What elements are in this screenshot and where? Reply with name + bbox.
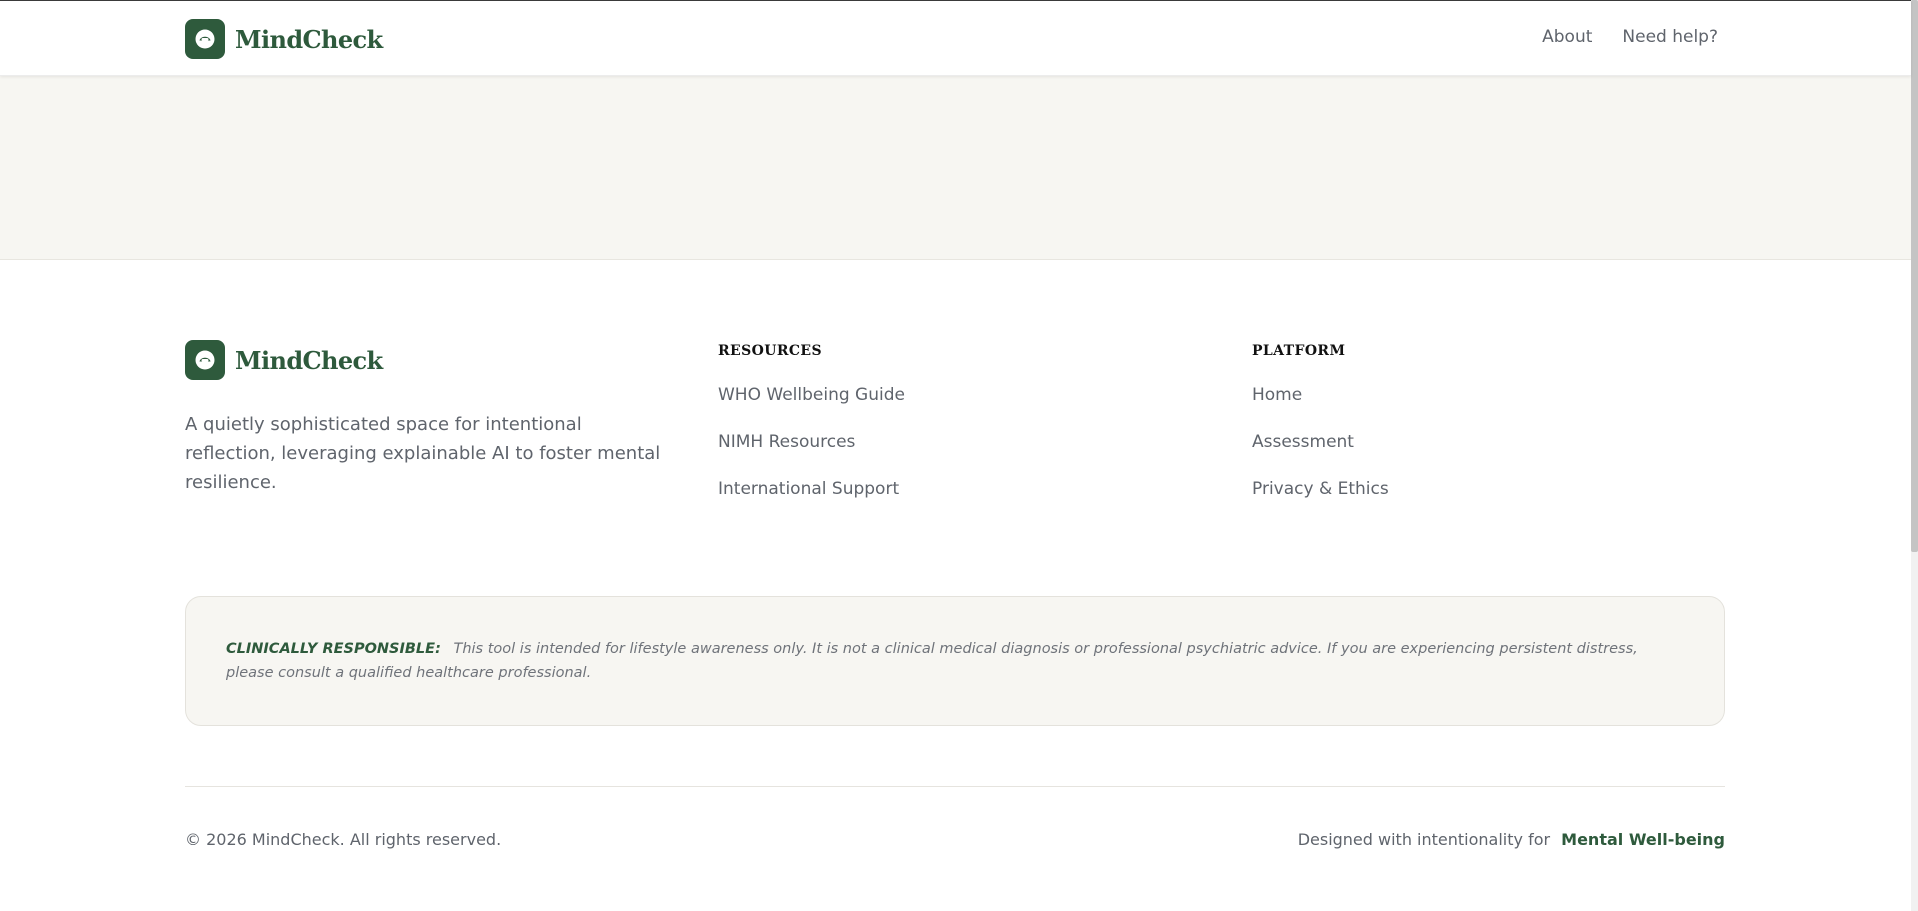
head-icon [185, 19, 225, 59]
footer-column-platform: PLATFORM Home Assessment Privacy & Ethic… [1252, 343, 1389, 526]
link-privacy-ethics[interactable]: Privacy & Ethics [1252, 479, 1389, 502]
clinical-disclaimer: CLINICALLY RESPONSIBLE: This tool is int… [185, 596, 1725, 726]
footer-brand-link[interactable]: MindCheck [185, 340, 383, 380]
top-nav: About Need help? [1542, 27, 1718, 47]
link-nimh-resources[interactable]: NIMH Resources [718, 432, 905, 455]
top-header: MindCheck About Need help? [0, 0, 1911, 76]
column-title: PLATFORM [1252, 343, 1346, 359]
footer-brand-name: MindCheck [235, 345, 383, 375]
brand-name: MindCheck [235, 24, 383, 54]
link-international-support[interactable]: International Support [718, 479, 905, 502]
nav-need-help-link[interactable]: Need help? [1622, 27, 1718, 47]
credit-line: Designed with intentionality for Mental … [1298, 830, 1725, 849]
column-title: RESOURCES [718, 343, 822, 359]
mental-wellbeing-link[interactable]: Mental Well-being [1561, 830, 1725, 849]
link-assessment[interactable]: Assessment [1252, 432, 1389, 455]
page: MindCheck About Need help? MindCheck A q… [0, 0, 1918, 911]
scrollbar-thumb[interactable] [1911, 0, 1918, 552]
copyright-text: © 2026 MindCheck. All rights reserved. [185, 830, 502, 849]
footer-tagline: A quietly sophisticated space for intent… [185, 414, 661, 493]
footer-divider [185, 786, 1725, 787]
head-icon [185, 340, 225, 380]
link-who-wellbeing-guide[interactable]: WHO Wellbeing Guide [718, 385, 905, 408]
content-area [0, 76, 1911, 260]
header-brand-link[interactable]: MindCheck [185, 19, 383, 59]
scrollbar-track[interactable] [1911, 0, 1918, 911]
nav-about-link[interactable]: About [1542, 27, 1592, 47]
footer-column-resources: RESOURCES WHO Wellbeing Guide NIMH Resou… [718, 343, 905, 526]
credit-prefix: Designed with intentionality for [1297, 830, 1551, 849]
link-home[interactable]: Home [1252, 385, 1389, 408]
disclaimer-label: CLINICALLY RESPONSIBLE: [226, 641, 441, 657]
